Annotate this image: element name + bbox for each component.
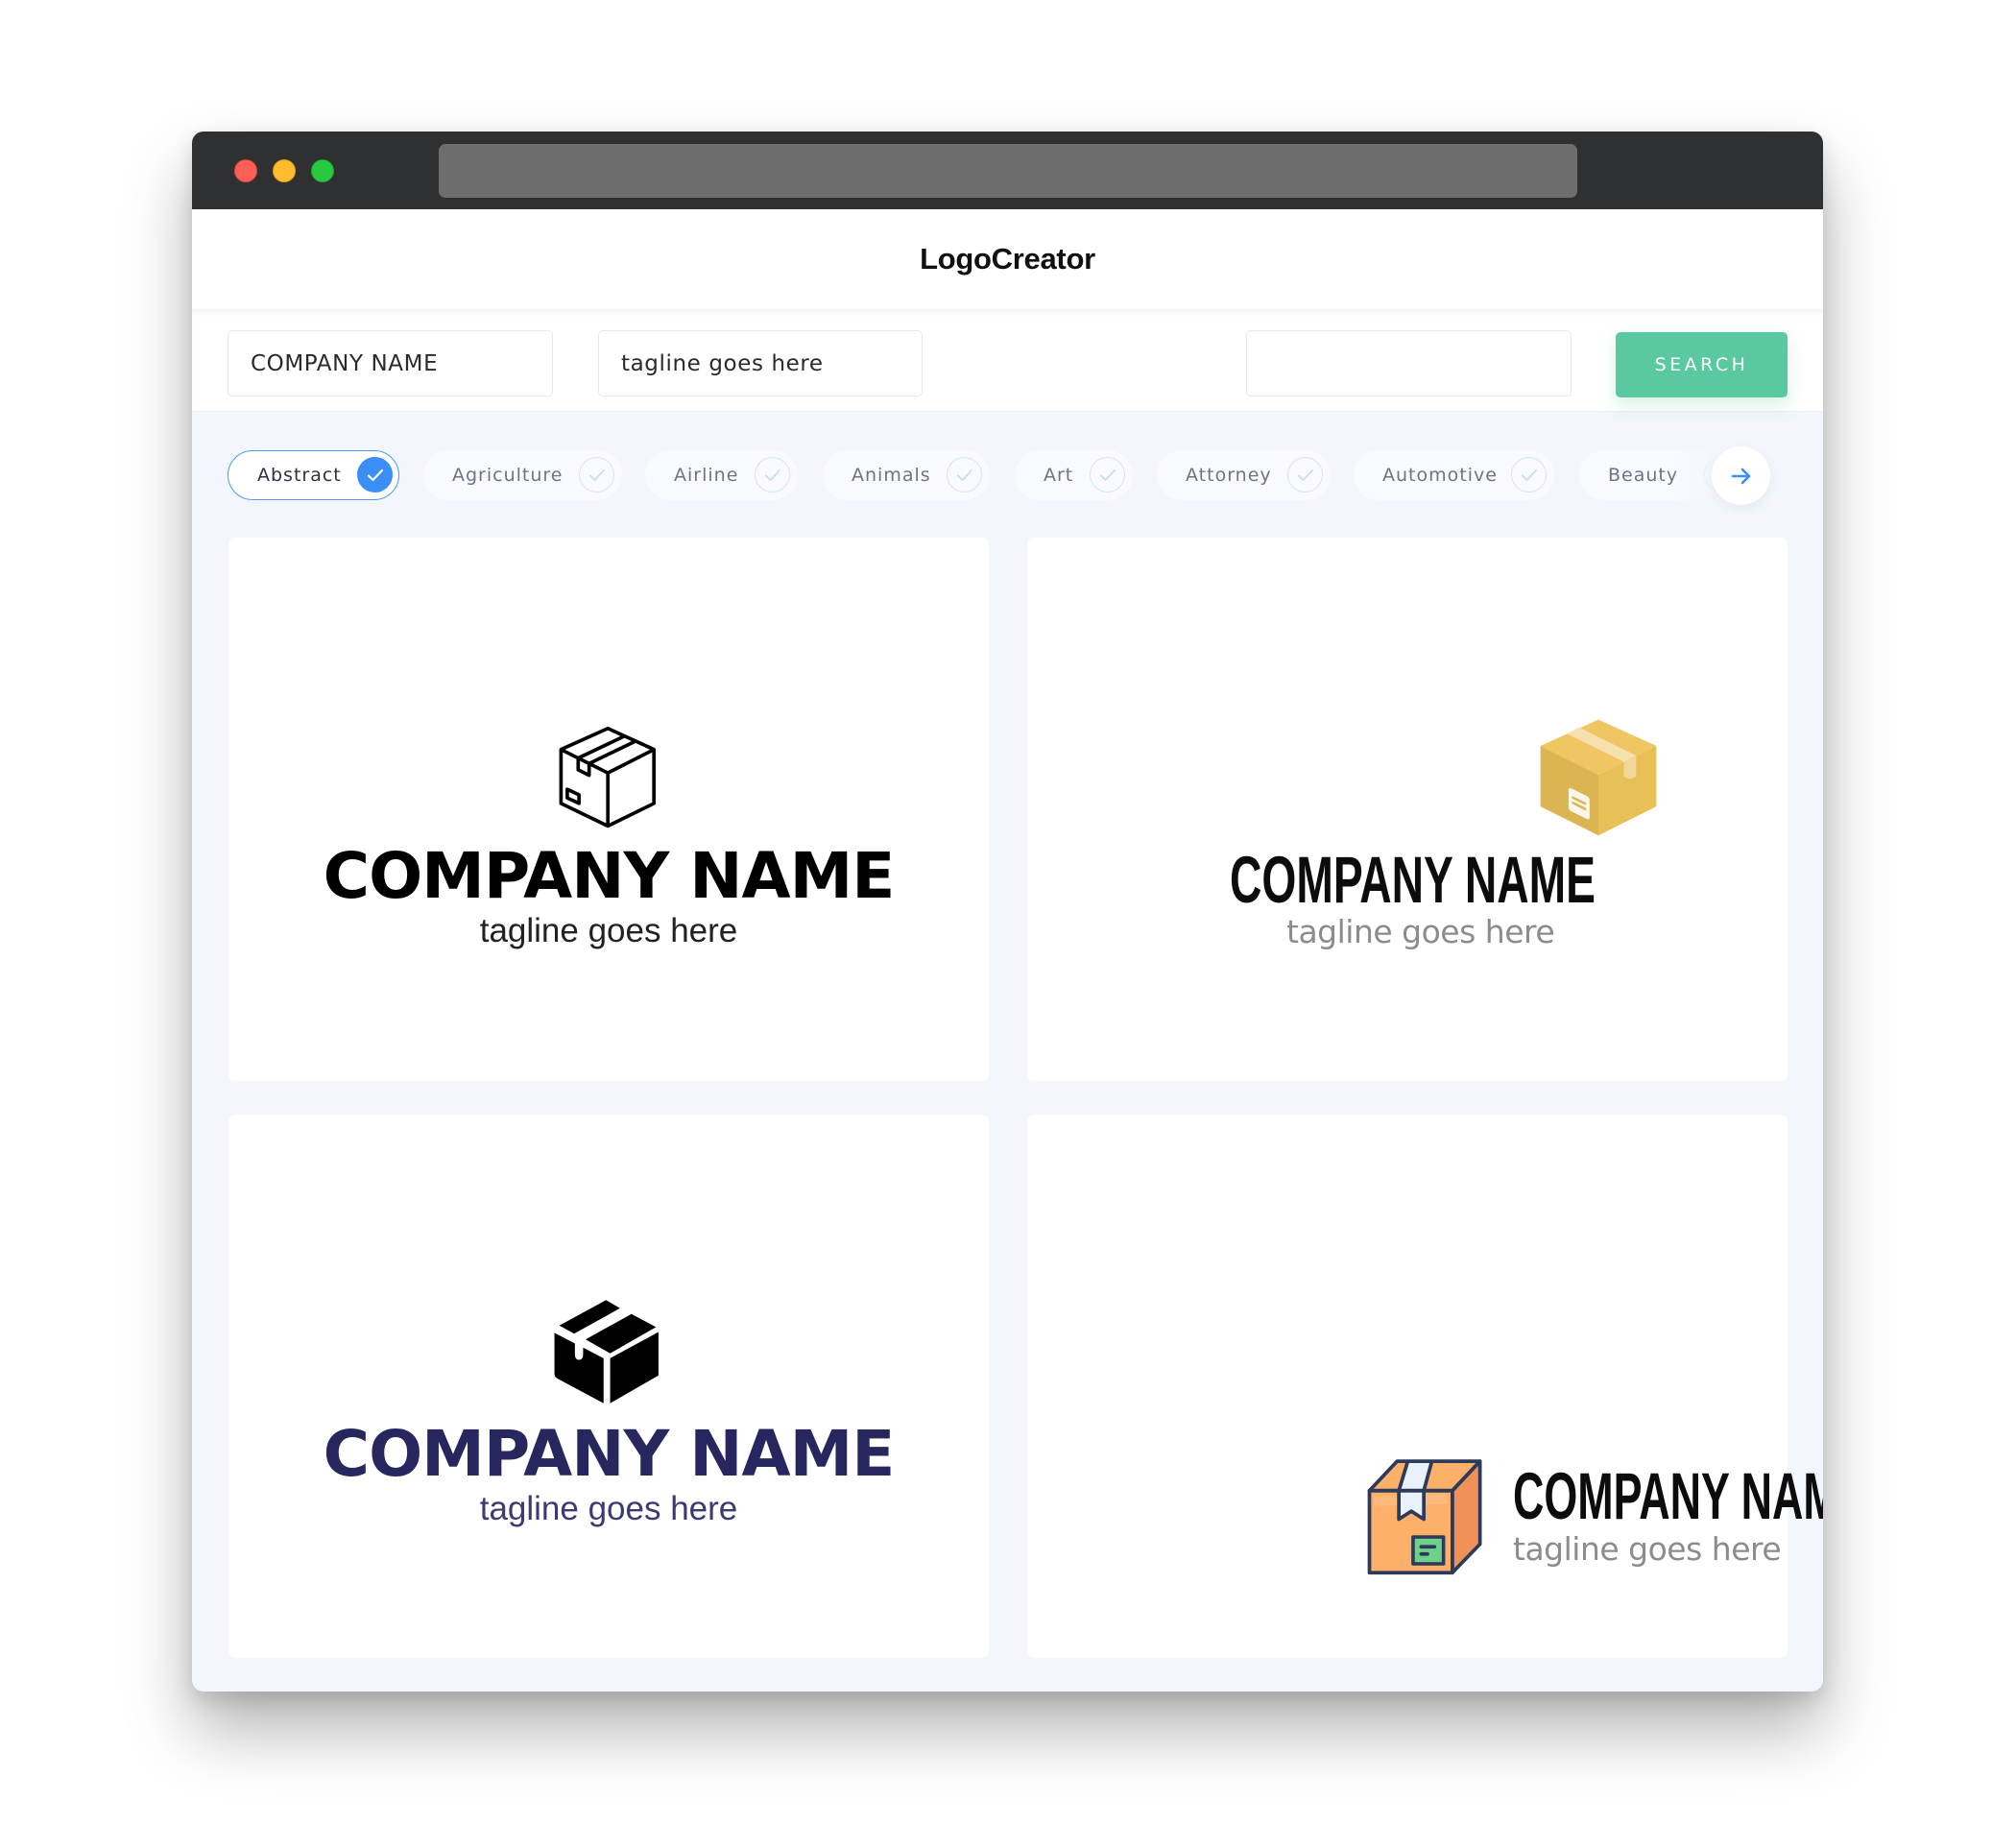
category-label: Automotive [1382,465,1498,486]
search-query-input[interactable] [1246,330,1572,396]
category-label: Airline [674,465,739,486]
logo-card[interactable]: COMPANY NAME tagline goes here [1027,1115,1823,1658]
category-chip-attorney[interactable]: Attorney [1157,450,1331,500]
category-chip-abstract[interactable]: Abstract [228,450,399,500]
close-window-button[interactable] [234,159,257,182]
company-name-text: COMPANY NAME [1230,843,1596,917]
category-label: Agriculture [452,465,564,486]
category-filter-bar: Abstract Agriculture Airline Animals Art [192,412,1823,515]
tagline-text: tagline goes here [479,1490,738,1527]
brand-logo[interactable]: LogoCreator [920,242,1095,276]
browser-window: LogoCreator COMPANY NAME tagline goes he… [192,132,1823,1692]
app-header: LogoCreator [192,209,1823,309]
logo-card[interactable]: COMPANY NAME tagline goes here [1027,538,1788,1081]
company-name-input[interactable]: COMPANY NAME [228,330,553,396]
category-label: Attorney [1186,465,1272,486]
category-chip-automotive[interactable]: Automotive [1354,450,1554,500]
search-bar: COMPANY NAME tagline goes here SEARCH [192,309,1823,412]
check-icon [755,457,790,492]
check-icon [1090,457,1125,492]
next-categories-button[interactable] [1712,446,1770,505]
check-icon [1511,457,1547,492]
logo-card[interactable]: COMPANY NAME tagline goes here [228,538,989,1081]
tagline-text: tagline goes here [1513,1530,1782,1568]
company-name-text: COMPANY NAME [323,1417,896,1491]
category-chip-art[interactable]: Art [1015,450,1133,500]
category-label: Art [1044,465,1074,486]
tagline-value: tagline goes here [621,350,824,376]
minimize-window-button[interactable] [273,159,296,182]
company-name-value: COMPANY NAME [251,350,439,376]
tagline-text: tagline goes here [479,912,738,949]
arrow-right-icon [1731,468,1750,484]
title-bar [192,132,1823,209]
tagline-text: tagline goes here [1286,913,1555,950]
maximize-window-button[interactable] [311,159,334,182]
logo-card[interactable]: COMPANY NAME tagline goes here [228,1115,989,1658]
category-label: Abstract [257,465,342,486]
category-label: Beauty [1608,465,1679,486]
box-yellow-flat-icon [1540,719,1657,836]
address-bar[interactable] [439,144,1577,198]
box-solid-icon [554,1300,659,1404]
company-name-text: COMPANY NAME [323,839,896,913]
search-button[interactable]: SEARCH [1616,332,1788,397]
check-icon [579,457,614,492]
tagline-input[interactable]: tagline goes here [598,330,923,396]
check-icon [947,457,982,492]
category-chip-animals[interactable]: Animals [823,450,990,500]
check-icon [357,457,393,492]
category-chip-airline[interactable]: Airline [645,450,798,500]
box-outline-icon [559,726,657,828]
box-orange-colored-icon [1367,1459,1482,1575]
check-icon [1287,457,1323,492]
company-name-text: COMPANY NAME [1513,1459,1823,1533]
category-chip-agriculture[interactable]: Agriculture [423,450,622,500]
category-label: Animals [852,465,931,486]
